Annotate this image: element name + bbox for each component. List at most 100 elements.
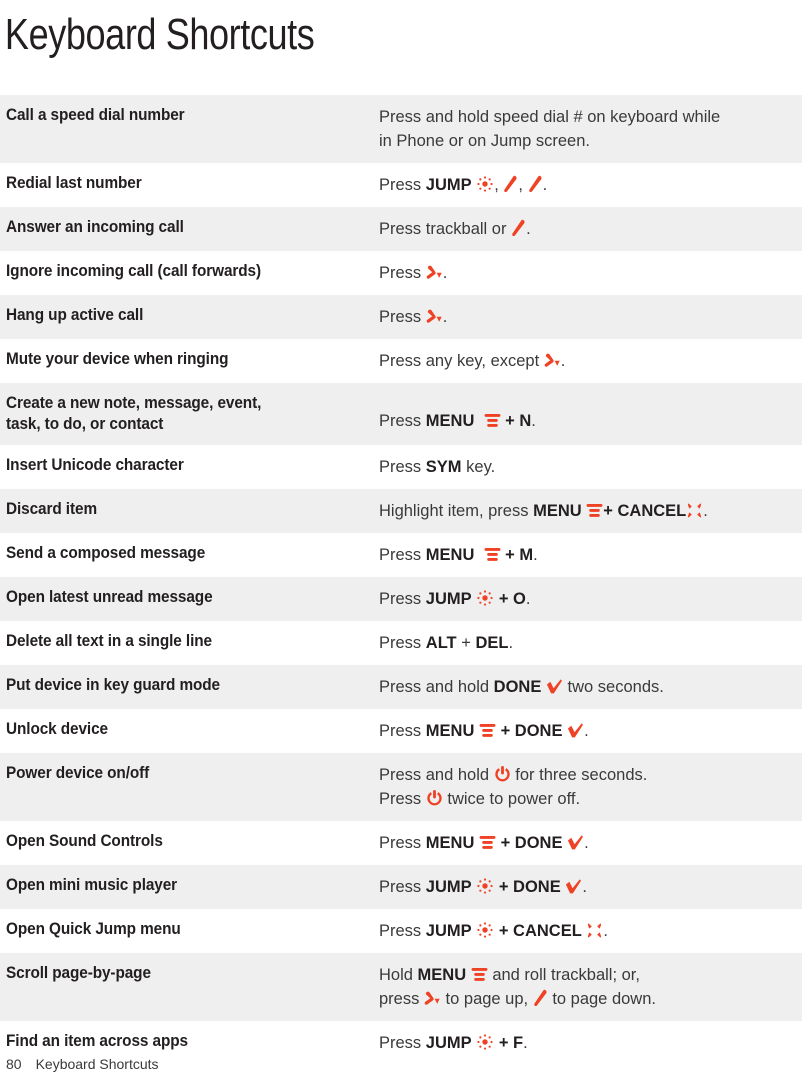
table-row: Power device on/off Press and hold for t…	[0, 753, 802, 821]
desc-text: Press	[379, 590, 422, 608]
action-text: Create a new note, message, event,	[6, 394, 262, 412]
desc-text: two seconds.	[567, 678, 664, 696]
table-row: Open latest unread message Press JUMP + …	[0, 577, 802, 621]
row-action-label: Hang up active call	[0, 295, 379, 339]
desc-text: press	[379, 990, 420, 1008]
action-text: Delete all text in a single line	[6, 632, 212, 650]
menu-icon	[484, 412, 501, 429]
plus-sign: +	[498, 922, 509, 940]
plus-sign: +	[461, 634, 471, 652]
desc-text: Highlight item, press	[379, 502, 529, 520]
desc-text: Press	[379, 834, 422, 852]
done-icon	[546, 678, 563, 695]
keyboard-shortcuts-table: Call a speed dial number Press and hold …	[0, 95, 802, 1065]
punct: .	[526, 220, 531, 238]
table-row: Hang up active call Press .	[0, 295, 802, 339]
punct: .	[582, 878, 587, 896]
jump-icon	[476, 921, 494, 939]
table-row: Discard item Highlight item, press MENU …	[0, 489, 802, 533]
row-action-label: Open latest unread message	[0, 577, 379, 621]
table-row: Put device in key guard mode Press and h…	[0, 665, 802, 709]
desc-line: Press JUMP , , .	[379, 173, 802, 197]
key-label-done: DONE	[514, 834, 563, 852]
row-action-label: Unlock device	[0, 709, 379, 753]
row-action-label: Scroll page-by-page	[0, 953, 379, 1021]
phone-send-icon	[533, 989, 548, 1007]
table-row: Delete all text in a single line Press A…	[0, 621, 802, 665]
punct: .	[584, 834, 589, 852]
desc-text: key.	[466, 458, 496, 476]
key-label-menu: MENU	[425, 834, 475, 852]
key-label-menu: MENU	[425, 546, 475, 564]
row-description: Press JUMP , , .	[379, 163, 802, 207]
desc-text: twice to power off.	[447, 790, 581, 808]
key-label-done: DONE	[513, 878, 561, 896]
punct: .	[542, 176, 548, 194]
table-row: Redial last number Press JUMP , , .	[0, 163, 802, 207]
punct: .	[508, 634, 514, 652]
row-description: Press MENU + M.	[379, 533, 802, 577]
key-label-menu: MENU	[417, 966, 467, 984]
action-text: Open latest unread message	[6, 588, 213, 606]
key-label-jump: JUMP	[425, 590, 472, 608]
desc-line: Press JUMP + O.	[379, 587, 802, 611]
power-icon	[494, 765, 511, 783]
key-label-menu: MENU	[533, 502, 582, 520]
desc-line: press to page up, to page down.	[379, 987, 802, 1011]
key-label-jump: JUMP	[425, 1034, 472, 1052]
row-action-label: Open Quick Jump menu	[0, 909, 379, 953]
page-title: Keyboard Shortcuts	[4, 10, 315, 59]
desc-text: Hold	[379, 966, 413, 984]
action-text: Find an item across apps	[6, 1032, 188, 1050]
row-description: Press trackball or .	[379, 207, 802, 251]
plus-sign: +	[500, 722, 511, 740]
action-text: Open Quick Jump menu	[6, 920, 181, 938]
row-action-label: Insert Unicode character	[0, 445, 379, 489]
row-description: Press JUMP + O.	[379, 577, 802, 621]
desc-text: Press	[379, 412, 422, 430]
desc-text: to page up,	[445, 990, 529, 1008]
plus-sign: +	[498, 590, 509, 608]
desc-line: Press and hold for three seconds.	[379, 763, 802, 787]
row-description: Press .	[379, 251, 802, 295]
desc-line: Press SYM key.	[379, 455, 802, 479]
punct: .	[560, 352, 566, 370]
row-action-label: Discard item	[0, 489, 379, 533]
menu-icon	[479, 834, 496, 851]
row-action-label: Open Sound Controls	[0, 821, 379, 865]
desc-text: for three seconds.	[515, 766, 648, 784]
key-label-jump: JUMP	[425, 176, 472, 194]
action-text: Call a speed dial number	[6, 106, 185, 124]
punct: .	[442, 308, 448, 326]
key-label-sym: SYM	[425, 458, 462, 476]
desc-text: Press trackball or	[379, 220, 507, 238]
key-label-alt: ALT	[425, 634, 457, 652]
action-text: Redial last number	[6, 174, 142, 192]
punct: .	[703, 502, 708, 520]
row-action-label: Send a composed message	[0, 533, 379, 577]
punct: .	[531, 412, 536, 430]
row-action-label: Open mini music player	[0, 865, 379, 909]
desc-text: and roll trackball; or,	[492, 966, 640, 984]
key-label-del: DEL	[475, 634, 509, 652]
row-action-label: Create a new note, message, event, task,…	[0, 383, 379, 445]
desc-text: Press	[379, 546, 422, 564]
desc-line: Press ALT + DEL.	[379, 631, 802, 655]
jump-icon	[476, 175, 494, 193]
punct: .	[603, 922, 608, 940]
cancel-icon	[586, 922, 603, 939]
key-label-done: DONE	[514, 722, 563, 740]
table-row: Create a new note, message, event, task,…	[0, 383, 802, 445]
row-action-label: Call a speed dial number	[0, 95, 379, 163]
row-action-label: Answer an incoming call	[0, 207, 379, 251]
menu-icon	[586, 502, 603, 519]
key-label-jump: JUMP	[425, 922, 472, 940]
row-description: Highlight item, press MENU + CANCEL .	[379, 489, 802, 533]
key-label-cancel: CANCEL	[513, 922, 582, 940]
key-label-menu: MENU	[425, 412, 475, 430]
table-row: Call a speed dial number Press and hold …	[0, 95, 802, 163]
key-label: F	[513, 1034, 524, 1052]
row-description: Press MENU + DONE .	[379, 821, 802, 865]
phone-send-icon	[511, 219, 526, 237]
action-text: Answer an incoming call	[6, 218, 184, 236]
